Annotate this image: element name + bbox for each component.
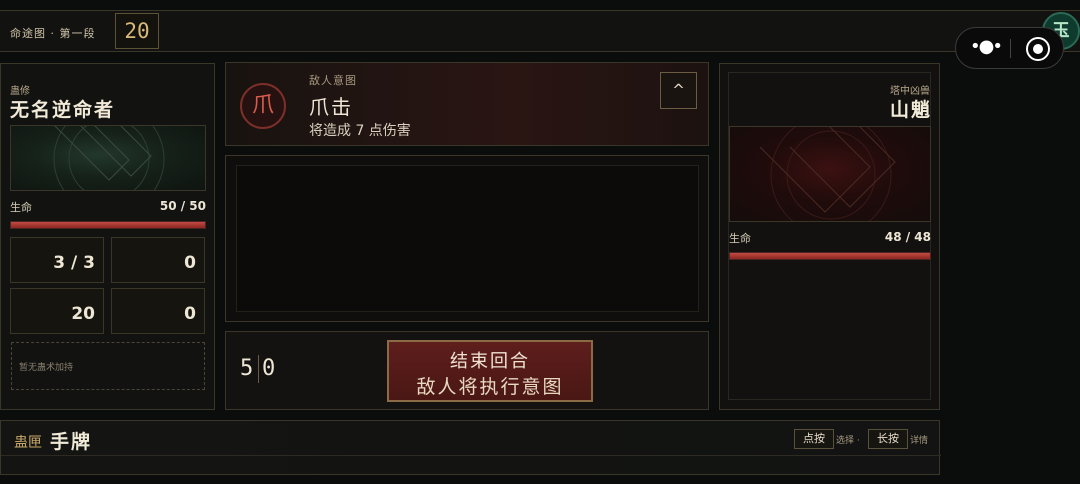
hand-prefix: 蛊匣 [14,435,42,451]
energy-divider [258,355,259,383]
energy-current: 5 [240,356,254,381]
stat-box-3: 20 [10,288,104,334]
enemy-portrait-ornament [759,127,896,221]
stat-box-1: 3 / 3 [10,237,104,283]
enemy-name: 山魈 [889,99,932,121]
player-portrait [10,125,206,191]
buff-empty-text: 暂无蛊术加持 [19,363,74,373]
hold-hint-text: 详情 [910,436,929,446]
player-hp-value: 50 / 50 [159,199,206,213]
end-turn-subtitle: 敌人将执行意图 [416,376,564,398]
end-turn-button[interactable]: 结束回合 敌人将执行意图 [387,340,593,402]
capsule-divider [1010,39,1011,58]
battle-field [225,155,709,322]
stat-box-2: 0 [111,237,205,283]
stat-value-1: 3 / 3 [53,253,95,273]
stat-value-3: 20 [71,304,95,324]
close-target-icon[interactable] [1026,37,1050,61]
stat-box-4: 0 [111,288,205,334]
energy-max: 0 [262,356,276,381]
collapse-intent-button[interactable]: ^ [660,72,697,109]
hand-divider [1,455,941,456]
chapter-title: 命途图 · 第一段 [10,27,96,40]
top-bar: 命途图 · 第一段 20 [0,10,1080,52]
more-icon[interactable]: •●• [970,38,1003,58]
buff-slot: 暂无蛊术加持 [11,342,205,390]
intent-title: 爪击 [309,95,353,119]
claw-icon: 爪 [240,83,286,129]
hold-hint-key: 长按 [868,429,908,449]
hand-panel: 蛊匣 手牌 点按 选择 · 长按 详情 [0,420,941,475]
hand-title: 手牌 [50,431,93,453]
player-hp-bar [10,221,206,229]
enemy-intent-panel: 爪 敌人意图 爪击 将造成 7 点伤害 ^ [225,62,709,146]
mini-program-capsule: •●• [955,27,1064,69]
battle-field-area [236,165,699,312]
intent-label: 敌人意图 [309,74,357,87]
enemy-hp-value: 48 / 48 [884,230,931,244]
enemy-hp-fill [730,253,930,259]
intent-description: 将造成 7 点伤害 [309,123,411,139]
stat-value-4: 0 [184,304,196,324]
action-bar: 5 0 结束回合 敌人将执行意图 [225,331,709,410]
player-name: 无名逆命者 [10,99,116,121]
stat-value-2: 0 [184,253,196,273]
player-hp-fill [11,222,205,228]
tap-hint-text: 选择 · [836,436,860,446]
end-turn-title: 结束回合 [450,351,530,372]
enemy-hp-bar [729,252,931,260]
enemy-hp-label: 生命 [729,232,751,245]
tap-hint-key: 点按 [794,429,834,449]
player-hp-label: 生命 [10,201,32,214]
enemy-portrait [729,126,931,222]
turn-counter: 20 [115,13,159,49]
player-portrait-ornament [53,126,165,190]
